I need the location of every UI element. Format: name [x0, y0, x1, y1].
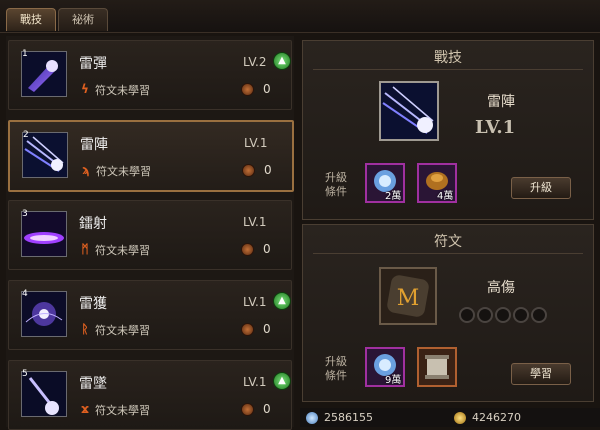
skill-detail-panel: 戰技 雷陣 LV.1 升級 條件 2萬 4萬 升級	[302, 40, 594, 220]
skill-level: LV.1	[243, 375, 267, 389]
rune-status: 符文未學習	[95, 84, 150, 97]
empty-slot	[477, 307, 493, 323]
skill-name: 鐳射	[79, 216, 107, 232]
skill-name: 雷獲	[79, 296, 107, 312]
rune-point-icon	[242, 164, 255, 177]
rune-count: 0	[263, 322, 271, 336]
laser-beam-icon	[21, 211, 67, 257]
skill-level: LV.1	[244, 136, 268, 150]
svg-text:M: M	[397, 286, 420, 311]
skill-number: 1	[22, 49, 28, 59]
rune-count: 0	[263, 242, 271, 256]
thunder-array-icon	[22, 132, 68, 178]
empty-slot	[513, 307, 529, 323]
upgrade-button[interactable]: 升級	[511, 177, 571, 199]
rune-icon: ϟ	[81, 82, 89, 96]
blue-orb-requirement: 9萬	[365, 347, 405, 387]
rune-count: 0	[263, 402, 271, 416]
condition-label: 升級 條件	[325, 355, 347, 382]
rune-status: 符文未學習	[95, 404, 150, 417]
upgrade-arrow-icon[interactable]: ▲	[273, 372, 291, 390]
rune-icon: ᛗ	[81, 242, 89, 256]
gold-coin-icon	[454, 412, 466, 424]
divider	[313, 69, 583, 70]
gold-currency-value: 4246270	[472, 411, 521, 424]
upgrade-arrow-icon[interactable]: ▲	[273, 52, 291, 70]
thunder-array-icon	[379, 81, 439, 141]
rune-icon: ᚱ	[81, 322, 89, 336]
learn-button[interactable]: 學習	[511, 363, 571, 385]
rune-detail-panel: 符文 M 高傷 升級 條件 9萬 學習	[302, 224, 594, 402]
rune-point-icon	[241, 403, 254, 416]
upgrade-arrow-icon[interactable]: ▲	[273, 292, 291, 310]
empty-slot	[495, 307, 511, 323]
blue-orb-icon	[306, 412, 318, 424]
gold-bag-requirement: 4萬	[417, 163, 457, 203]
tab-combat-skills[interactable]: 戰技	[6, 8, 56, 31]
scroll-requirement	[417, 347, 457, 387]
skill-name: 雷陣	[80, 137, 108, 153]
skill-name: 雷彈	[79, 56, 107, 72]
skill-item[interactable]: 5 雷墜 LV.1 ▲ ϫ 符文未學習 0	[8, 360, 292, 430]
rune-icon: ϫ	[80, 402, 90, 416]
skill-level: LV.1	[243, 215, 267, 229]
panel-title: 符文	[434, 234, 462, 250]
divider	[313, 253, 583, 254]
thunder-fall-icon	[21, 371, 67, 417]
skill-number: 3	[22, 209, 28, 219]
skill-item[interactable]: 4 雷獲 LV.1 ▲ ᚱ 符文未學習 0	[8, 280, 292, 350]
skill-item[interactable]: 3 鐳射 LV.1 ᛗ 符文未學習 0	[8, 200, 292, 270]
skill-number: 2	[23, 130, 29, 140]
rune-point-icon	[241, 83, 254, 96]
empty-slot	[531, 307, 547, 323]
tab-bar: 戰技 祕術	[0, 0, 600, 33]
empty-slot	[459, 307, 475, 323]
skill-level: LV.1	[475, 117, 516, 138]
skill-level: LV.1	[243, 295, 267, 309]
condition-label: 升級 條件	[325, 171, 347, 198]
rune-point-icon	[241, 323, 254, 336]
skill-list: 1 雷彈 LV.2 ▲ ϟ 符文未學習 0 2 雷陣 LV.1 ϡ 符文未學習 …	[6, 36, 294, 430]
skill-number: 5	[22, 369, 28, 379]
skill-item[interactable]: 1 雷彈 LV.2 ▲ ϟ 符文未學習 0	[8, 40, 292, 110]
skill-item-selected[interactable]: 2 雷陣 LV.1 ϡ 符文未學習 0	[8, 120, 294, 192]
currency-bar: 2586155 4246270	[300, 408, 600, 427]
skill-name: 雷墜	[79, 376, 107, 392]
rune-count: 0	[263, 82, 271, 96]
rune-name: 高傷	[487, 280, 515, 296]
skill-level: LV.2	[243, 55, 267, 69]
thunder-bolt-icon	[21, 51, 67, 97]
rune-status: 符文未學習	[96, 165, 151, 178]
panel-title: 戰技	[434, 50, 462, 66]
tab-arcane[interactable]: 祕術	[58, 8, 108, 31]
rune-icon: ϡ	[82, 163, 90, 177]
rune-count: 0	[264, 163, 272, 177]
rune-status: 符文未學習	[95, 244, 150, 257]
rune-slots	[459, 307, 559, 323]
blue-orb-requirement: 2萬	[365, 163, 405, 203]
skill-name: 雷陣	[487, 94, 515, 110]
rune-status: 符文未學習	[95, 324, 150, 337]
rune-point-icon	[241, 243, 254, 256]
rune-stone-icon: M	[379, 267, 437, 325]
blue-currency-value: 2586155	[324, 411, 373, 424]
skill-number: 4	[22, 289, 28, 299]
